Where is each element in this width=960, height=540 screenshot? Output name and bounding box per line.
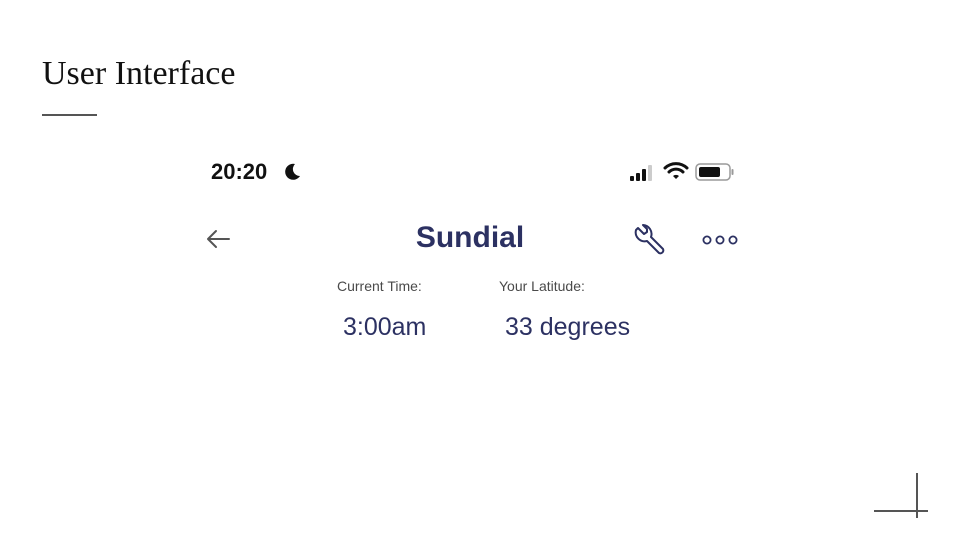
wrench-icon[interactable]: [632, 224, 668, 258]
current-time-value[interactable]: 3:00am: [343, 313, 426, 342]
status-bar-time: 20:20: [211, 159, 268, 184]
signal-icon: [630, 165, 652, 181]
battery-icon: [695, 163, 734, 181]
current-time-label: Current Time:: [337, 278, 422, 294]
slide-title: User Interface: [42, 55, 236, 92]
title-underline: [42, 114, 97, 116]
wifi-icon: [663, 162, 689, 179]
latitude-label: Your Latitude:: [499, 278, 585, 294]
corner-mark-horizontal: [874, 510, 928, 512]
app-title: Sundial: [415, 221, 525, 254]
latitude-value[interactable]: 33 degrees: [505, 313, 630, 342]
corner-mark-vertical: [916, 473, 918, 518]
moon-icon: [285, 163, 300, 180]
back-arrow-icon[interactable]: [203, 226, 233, 252]
more-dots-icon[interactable]: [702, 232, 738, 248]
